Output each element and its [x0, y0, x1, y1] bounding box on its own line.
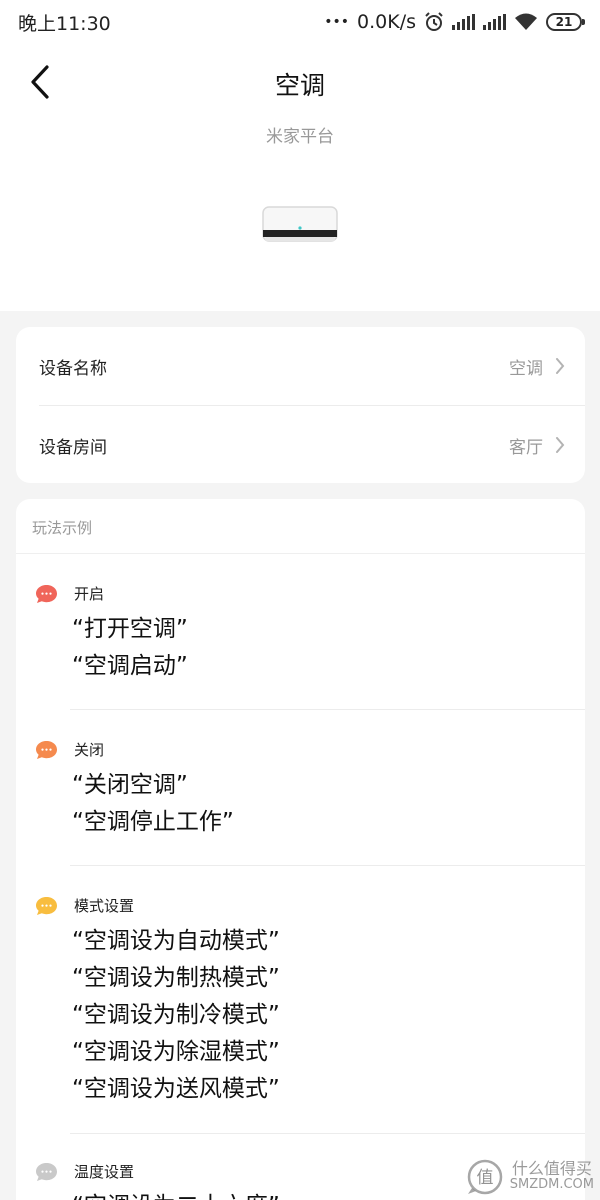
examples-heading: 玩法示例: [32, 519, 93, 537]
battery-icon: 21: [546, 13, 585, 31]
watermark-text: 什么值得买 SMZDM.COM: [510, 1161, 594, 1193]
example-group-label: 开启: [74, 585, 105, 603]
status-bar: 晚上11:30 ••• 0.0K/s 21: [0, 0, 600, 44]
wifi-icon: [515, 13, 537, 30]
platform-subtitle: 米家平台: [266, 127, 334, 147]
example-phrase: “关闭空调”: [72, 772, 188, 798]
example-phrase: “空调停止工作”: [72, 809, 234, 835]
device-name-label: 设备名称: [39, 358, 107, 379]
status-time: 晚上11:30: [18, 12, 111, 35]
example-phrase: “空调设为制冷模式”: [72, 1002, 280, 1028]
examples-card: 玩法示例 开启 “打开空调” “空调启动” 关闭 “关闭空调” “空调停止工作”…: [16, 499, 585, 1200]
example-phrase: “空调设为制热模式”: [72, 965, 280, 991]
group-divider: [70, 709, 585, 710]
alarm-icon: [425, 12, 443, 31]
device-room-value: 客厅: [509, 437, 543, 458]
example-phrase: “空调设为二十六度”: [72, 1191, 280, 1200]
signal-icon: [452, 14, 475, 30]
device-settings-card: 设备名称 空调 设备房间 客厅: [16, 327, 585, 483]
device-room-row[interactable]: 设备房间 客厅: [16, 406, 585, 484]
device-name-value: 空调: [509, 358, 543, 379]
device-name-row[interactable]: 设备名称 空调: [16, 327, 585, 405]
watermark-bottom: SMZDM.COM: [509, 1177, 594, 1192]
signal-icon-2: [483, 14, 506, 30]
speech-bubble-icon: [36, 897, 57, 915]
battery-level: 21: [555, 15, 573, 29]
watermark: 值 什么值得买 SMZDM.COM: [466, 1158, 594, 1196]
example-phrase: “空调设为送风模式”: [72, 1076, 280, 1102]
chevron-right-icon: [556, 358, 565, 374]
network-speed: 0.0K/s: [357, 11, 416, 33]
status-icons: ••• 0.0K/s 21: [324, 11, 585, 33]
page-title: 空调: [274, 71, 325, 100]
heading-divider: [16, 553, 585, 554]
chevron-right-icon: [556, 437, 565, 453]
example-group-label: 模式设置: [74, 897, 135, 915]
speech-bubble-icon: [36, 1163, 57, 1181]
example-phrase: “空调启动”: [72, 653, 188, 679]
example-phrase: “打开空调”: [72, 616, 188, 642]
speech-bubble-icon: [36, 585, 57, 603]
example-phrase: “空调设为自动模式”: [72, 928, 280, 954]
device-header: 空调 米家平台: [0, 44, 600, 311]
speech-bubble-icon: [36, 741, 57, 759]
device-room-label: 设备房间: [39, 437, 107, 458]
watermark-top: 什么值得买: [511, 1159, 592, 1178]
air-conditioner-icon: [262, 206, 338, 242]
group-divider: [70, 865, 585, 866]
watermark-logo-char: 值: [476, 1168, 493, 1188]
status-dots: •••: [324, 14, 350, 30]
example-group-label: 关闭: [74, 741, 105, 759]
group-divider: [70, 1133, 585, 1134]
example-phrase: “空调设为除湿模式”: [72, 1039, 280, 1065]
smzdm-logo-icon: 值: [467, 1159, 502, 1195]
example-group-label: 温度设置: [74, 1163, 135, 1181]
